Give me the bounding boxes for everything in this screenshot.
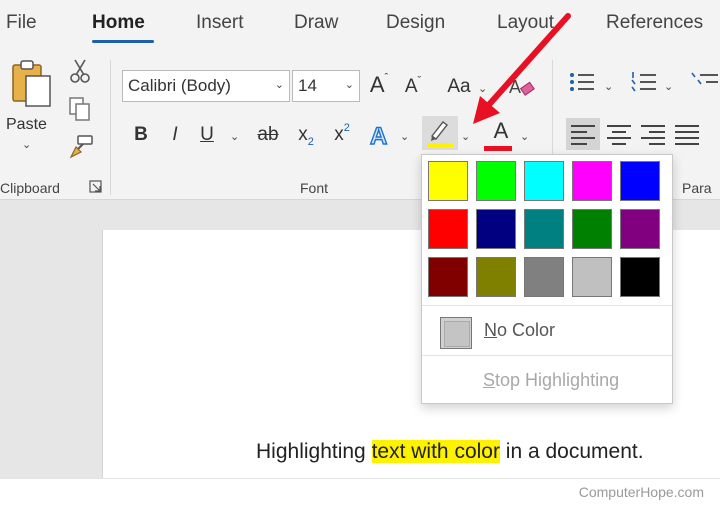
red-arrow-annotation [473,13,571,124]
